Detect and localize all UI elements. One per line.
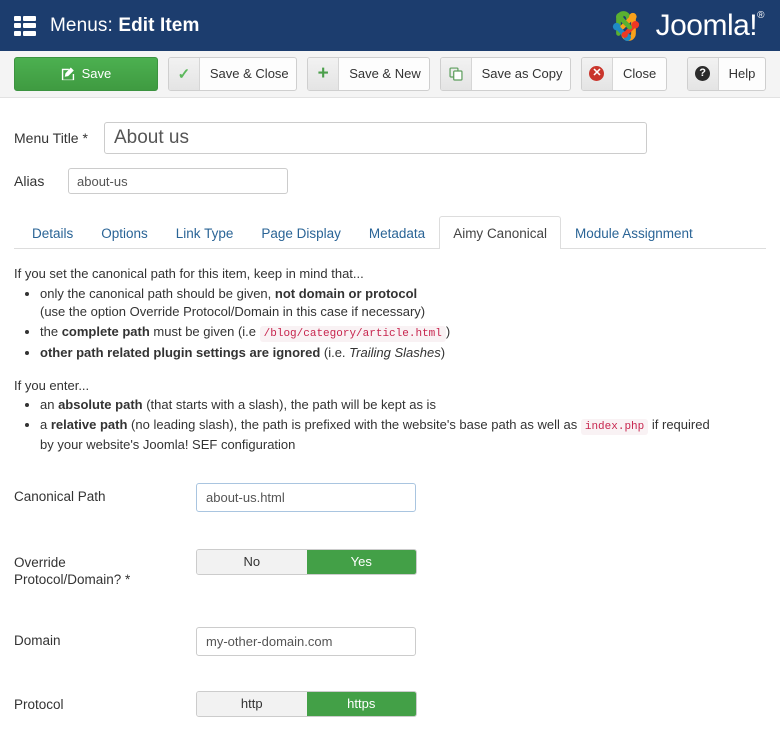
question-mark-icon: ?: [687, 57, 719, 90]
help-bullet-5-post: if required: [648, 416, 710, 432]
toolbar: Save ✓ Save & Close + Save & New Save as…: [0, 51, 780, 98]
help-bullet-2: the complete path must be given (i.e /bl…: [40, 323, 766, 344]
help-bullet-4: an absolute path (that starts with a sla…: [40, 396, 766, 415]
protocol-toggle[interactable]: http https: [196, 690, 417, 717]
domain-input[interactable]: [196, 626, 416, 656]
joomla-brand: Joomla!®: [605, 6, 764, 46]
copy-icon: [440, 57, 472, 90]
canonical-settings: Canonical Path Override Protocol/Domain?…: [14, 482, 766, 737]
tab-aimy-canonical[interactable]: Aimy Canonical: [439, 216, 561, 249]
menu-title-row: Menu Title *: [14, 122, 766, 154]
help-bullet-5-mid: (no leading slash), the path is prefixed…: [127, 416, 581, 432]
save-new-button-label: Save & New: [349, 66, 421, 81]
alias-label: Alias: [14, 173, 45, 189]
close-button-label: Close: [622, 66, 657, 81]
help-bullet-2-mid: must be given (i.e: [149, 323, 260, 339]
help-button[interactable]: ? Help: [686, 56, 767, 91]
tab-details[interactable]: Details: [18, 216, 87, 249]
brand-name: Joomla!: [655, 8, 758, 42]
alias-input[interactable]: [68, 168, 288, 194]
help-bullet-1: only the canonical path should be given,…: [40, 285, 766, 322]
help-list-1: only the canonical path should be given,…: [14, 285, 766, 363]
help-code-index: index.php: [580, 418, 649, 435]
help-intro-1: If you set the canonical path for this i…: [14, 266, 364, 281]
help-bullet-5-pre: a: [40, 416, 51, 432]
save-close-button[interactable]: ✓ Save & Close: [167, 56, 298, 91]
help-list-2: an absolute path (that starts with a sla…: [14, 396, 766, 455]
help-button-label: Help: [728, 66, 756, 81]
joomla-logo-icon: [612, 10, 639, 41]
tab-bar: Details Options Link Type Page Display M…: [14, 216, 766, 249]
save-as-copy-button-label: Save as Copy: [481, 66, 563, 81]
tab-page-display[interactable]: Page Display: [247, 216, 355, 249]
save-button-label: Save: [81, 66, 112, 81]
help-bullet-5-bold: relative path: [50, 416, 128, 432]
save-new-button[interactable]: + Save & New: [307, 56, 430, 91]
close-icon: ✕: [581, 57, 613, 90]
domain-row: Domain: [14, 626, 766, 673]
tab-link-type[interactable]: Link Type: [162, 216, 248, 249]
plus-icon: +: [308, 57, 340, 90]
override-label-line1: Override: [14, 554, 66, 570]
list-layout-icon[interactable]: [14, 15, 36, 36]
save-button[interactable]: Save: [14, 56, 158, 91]
help-bullet-5: a relative path (no leading slash), the …: [40, 416, 766, 455]
help-intro-2: If you enter...: [14, 377, 90, 393]
help-bullet-3: other path related plugin settings are i…: [40, 344, 766, 363]
help-block-canonical: If you set the canonical path for this i…: [14, 265, 766, 363]
brand-trademark: ®: [757, 9, 764, 21]
protocol-row: Protocol http https: [14, 690, 766, 737]
help-bullet-2-pre: the: [40, 323, 62, 339]
canonical-path-row: Canonical Path: [14, 482, 766, 529]
tab-metadata[interactable]: Metadata: [355, 216, 439, 249]
override-option-yes[interactable]: Yes: [306, 549, 416, 574]
help-bullet-2-post: ): [445, 323, 451, 339]
protocol-option-https[interactable]: https: [306, 691, 416, 716]
help-bullet-1-pre: only the canonical path should be given,: [40, 285, 275, 301]
override-label-line2: Protocol/Domain? *: [14, 571, 131, 587]
help-bullet-1-sub: (use the option Override Protocol/Domain…: [40, 304, 426, 319]
help-bullet-3-post: ): [440, 345, 446, 360]
page-title-prefix: Menus:: [50, 14, 113, 36]
save-close-button-label: Save & Close: [209, 66, 289, 81]
page-title-suffix: Edit Item: [118, 14, 200, 36]
menu-title-label: Menu Title *: [14, 130, 88, 146]
override-option-no[interactable]: No: [197, 549, 307, 574]
domain-label: Domain: [14, 632, 61, 648]
override-protocol-domain-toggle[interactable]: No Yes: [196, 548, 417, 575]
help-bullet-4-bold: absolute path: [58, 397, 143, 412]
tab-options[interactable]: Options: [87, 216, 162, 249]
brand-wordmark: Joomla!®: [655, 8, 765, 43]
pencil-icon: [61, 58, 75, 90]
main-content: Menu Title * Alias Details Options Link …: [0, 122, 780, 737]
app-header: Menus: Edit Item Joomla!®: [0, 0, 780, 51]
help-bullet-4-pre: an: [40, 397, 59, 412]
protocol-label: Protocol: [14, 696, 64, 712]
menu-title-input[interactable]: [104, 122, 647, 154]
help-bullet-4-post: (that starts with a slash), the path wil…: [142, 397, 436, 412]
help-bullet-3-bold: other path related plugin settings are i…: [40, 345, 321, 360]
alias-row: Alias: [14, 168, 766, 194]
canonical-path-label: Canonical Path: [14, 488, 106, 504]
save-as-copy-button[interactable]: Save as Copy: [439, 56, 571, 91]
header-left-group: Menus: Edit Item: [14, 15, 199, 37]
page-title: Menus: Edit Item: [50, 15, 199, 37]
check-icon: ✓: [168, 57, 200, 90]
canonical-path-input[interactable]: [196, 482, 416, 512]
override-protocol-domain-row: Override Protocol/Domain? * No Yes: [14, 548, 766, 595]
override-protocol-domain-label: Override Protocol/Domain? *: [14, 549, 196, 588]
help-bullet-3-italic: Trailing Slashes: [349, 345, 441, 360]
protocol-option-http[interactable]: http: [197, 691, 307, 716]
help-bullet-5-line2: by your website's Joomla! SEF configurat…: [40, 437, 296, 452]
tab-module-assignment[interactable]: Module Assignment: [561, 216, 707, 249]
help-bullet-2-bold: complete path: [61, 323, 150, 339]
help-bullet-3-mid: (i.e.: [320, 345, 350, 360]
close-button[interactable]: ✕ Close: [580, 56, 667, 91]
help-block-entry: If you enter... an absolute path (that s…: [14, 377, 766, 455]
help-bullet-1-bold: not domain or protocol: [274, 285, 418, 301]
help-code-path: /blog/category/article.html: [259, 325, 446, 342]
